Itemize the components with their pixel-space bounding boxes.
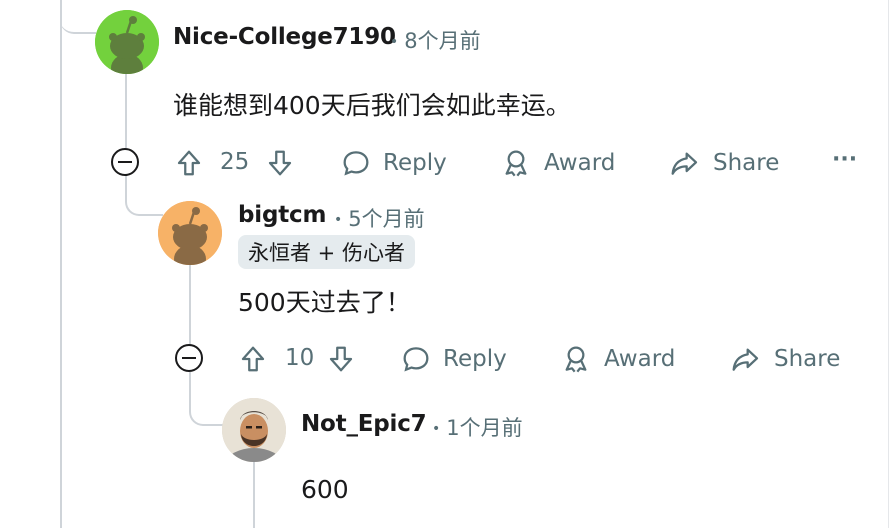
thread-line — [125, 74, 127, 148]
thread-line — [60, 0, 62, 528]
user-flair: 永恒者 + 伤心者 — [238, 235, 415, 269]
downvote-button[interactable] — [263, 146, 297, 180]
upvote-button[interactable] — [172, 146, 206, 180]
time-label: 5个月前 — [348, 207, 425, 231]
avatar[interactable] — [158, 201, 222, 265]
collapse-button[interactable] — [175, 344, 203, 372]
time-label: 8个月前 — [404, 29, 481, 53]
user-photo-avatar-icon — [222, 398, 286, 462]
collapse-button[interactable] — [111, 148, 139, 176]
upvote-icon — [241, 346, 265, 372]
reply-button[interactable]: Reply — [400, 343, 507, 375]
comment-body: 500天过去了！ — [238, 288, 411, 317]
timestamp: • 5个月前 — [334, 203, 425, 233]
timestamp: • 1个月前 — [432, 412, 523, 442]
share-icon — [671, 152, 698, 175]
comment-thread: Nice-College7190 • 8个月前 谁能想到400天后我们会如此幸运。… — [0, 0, 892, 528]
reply-label: Reply — [443, 346, 507, 372]
snoo-avatar-icon — [158, 201, 222, 265]
share-button[interactable]: Share — [729, 343, 840, 375]
reply-button[interactable]: Reply — [340, 147, 447, 179]
divider — [888, 0, 889, 528]
award-label: Award — [604, 346, 676, 372]
downvote-icon — [268, 150, 292, 176]
separator: • — [390, 34, 399, 50]
separator: • — [334, 212, 343, 228]
thread-connector — [189, 376, 225, 426]
share-label: Share — [774, 346, 841, 372]
thread-connector — [125, 180, 163, 216]
award-button[interactable]: Award — [560, 343, 675, 375]
thread-connector — [60, 0, 96, 34]
timestamp: • 8个月前 — [390, 25, 481, 55]
avatar[interactable] — [222, 398, 286, 462]
award-icon — [505, 150, 527, 177]
award-button[interactable]: Award — [500, 147, 615, 179]
upvote-icon — [177, 150, 201, 176]
more-options-button[interactable]: ··· — [832, 147, 857, 172]
comment-icon — [403, 347, 429, 372]
award-label: Award — [544, 150, 616, 176]
share-label: Share — [713, 150, 780, 176]
award-icon — [565, 346, 587, 373]
time-label: 1个月前 — [446, 416, 523, 440]
share-button[interactable]: Share — [668, 147, 779, 179]
thread-line — [189, 265, 191, 345]
avatar[interactable] — [95, 10, 159, 74]
share-icon — [732, 348, 759, 371]
snoo-avatar-icon — [95, 10, 159, 74]
upvote-button[interactable] — [236, 342, 270, 376]
separator: • — [432, 421, 441, 437]
comment-body: 600 — [301, 475, 349, 504]
thread-line — [253, 462, 255, 528]
downvote-button[interactable] — [324, 342, 358, 376]
vote-count: 25 — [220, 149, 250, 175]
username[interactable]: Nice-College7190 — [173, 24, 396, 50]
comment-body: 谁能想到400天后我们会如此幸运。 — [173, 91, 571, 120]
comment-icon — [343, 151, 369, 176]
reply-label: Reply — [383, 150, 447, 176]
downvote-icon — [329, 346, 353, 372]
username[interactable]: Not_Epic7 — [301, 411, 427, 437]
vote-count: 10 — [285, 345, 315, 371]
username[interactable]: bigtcm — [238, 202, 326, 228]
